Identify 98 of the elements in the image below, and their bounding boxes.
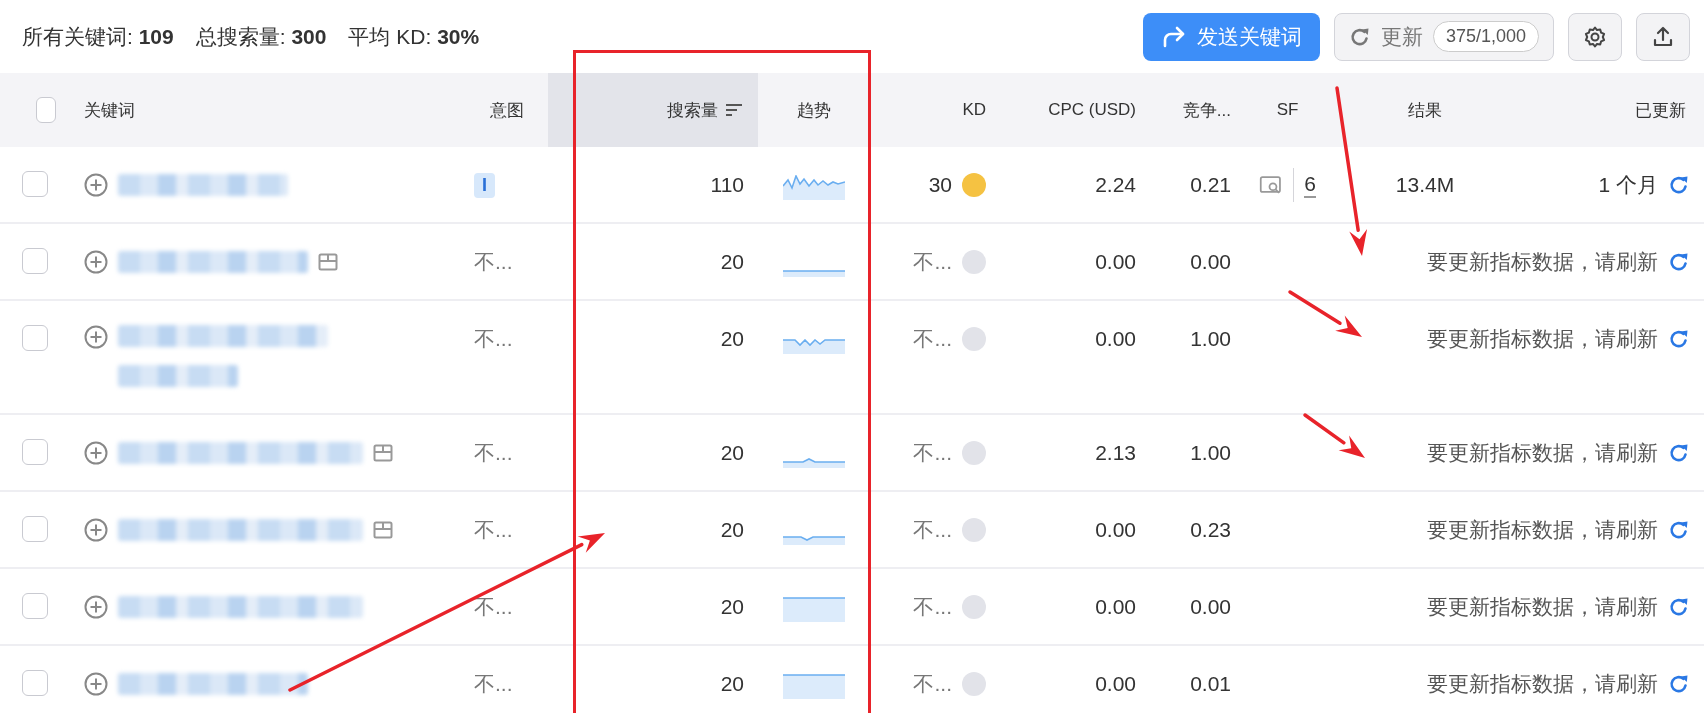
cpc-value: 2.24 bbox=[1095, 173, 1136, 197]
trend-sparkline bbox=[783, 339, 845, 354]
checkbox[interactable] bbox=[22, 593, 48, 619]
competition-value: 0.00 bbox=[1190, 250, 1231, 274]
cpc-value: 2.13 bbox=[1095, 441, 1136, 465]
refresh-notice: 要更新指标数据，请刷新 bbox=[1427, 249, 1658, 275]
sf-count[interactable]: 6 bbox=[1304, 172, 1316, 198]
trend-sparkline bbox=[783, 597, 845, 622]
updated-time: 1 个月 bbox=[1598, 172, 1658, 198]
refresh-icon[interactable] bbox=[1668, 174, 1690, 196]
checkbox[interactable] bbox=[36, 97, 56, 123]
page-icon[interactable] bbox=[373, 521, 393, 539]
refresh-notice: 要更新指标数据，请刷新 bbox=[1427, 326, 1658, 352]
refresh-icon[interactable] bbox=[1668, 519, 1690, 541]
search-volume: 20 bbox=[720, 595, 744, 619]
trend-sparkline bbox=[783, 536, 845, 545]
annotation-arrow bbox=[1303, 413, 1365, 458]
upload-icon bbox=[1651, 24, 1675, 49]
kd-value: 不... bbox=[913, 440, 952, 466]
search-volume: 20 bbox=[720, 672, 744, 696]
kd-value: 不... bbox=[913, 671, 952, 697]
checkbox[interactable] bbox=[22, 248, 48, 274]
competition-value: 1.00 bbox=[1190, 327, 1231, 351]
column-header[interactable]: 竞争... bbox=[1182, 98, 1231, 122]
add-icon[interactable] bbox=[84, 173, 108, 197]
search-volume: 20 bbox=[720, 327, 744, 351]
trend-sparkline bbox=[783, 458, 845, 468]
add-icon[interactable] bbox=[84, 325, 108, 349]
refresh-icon[interactable] bbox=[1668, 442, 1690, 464]
page-icon[interactable] bbox=[373, 444, 393, 462]
cpc-value: 0.00 bbox=[1095, 595, 1136, 619]
search-volume: 110 bbox=[710, 173, 744, 197]
add-icon[interactable] bbox=[84, 672, 108, 696]
column-header[interactable]: 趋势 bbox=[797, 98, 831, 122]
search-volume: 20 bbox=[720, 518, 744, 542]
column-header[interactable]: 关键词 bbox=[84, 98, 135, 122]
kd-value: 不... bbox=[913, 249, 952, 275]
refresh-notice: 要更新指标数据，请刷新 bbox=[1427, 440, 1658, 466]
settings-icon bbox=[1583, 24, 1607, 49]
intent-value: 不... bbox=[474, 594, 513, 620]
column-header[interactable]: KD bbox=[962, 100, 986, 120]
intent-value: 不... bbox=[474, 517, 513, 543]
checkbox[interactable] bbox=[22, 439, 48, 465]
checkbox[interactable] bbox=[22, 516, 48, 542]
column-header[interactable]: 搜索量 bbox=[667, 98, 718, 122]
search-volume: 20 bbox=[720, 441, 744, 465]
refresh-notice: 要更新指标数据，请刷新 bbox=[1427, 517, 1658, 543]
competition-value: 0.00 bbox=[1190, 595, 1231, 619]
export-button[interactable] bbox=[1636, 12, 1690, 61]
competition-value: 0.23 bbox=[1190, 518, 1231, 542]
refresh-notice: 要更新指标数据，请刷新 bbox=[1427, 594, 1658, 620]
summary-stat: 所有关键词: 109 bbox=[22, 23, 174, 50]
refresh-icon[interactable] bbox=[1668, 328, 1690, 350]
competition-value: 0.21 bbox=[1190, 173, 1231, 197]
add-icon[interactable] bbox=[84, 518, 108, 542]
column-header[interactable]: 已更新 bbox=[1635, 98, 1686, 122]
column-header[interactable]: SF bbox=[1276, 100, 1299, 120]
cpc-value: 0.00 bbox=[1095, 327, 1136, 351]
cpc-value: 0.00 bbox=[1095, 672, 1136, 696]
intent-value: 不... bbox=[474, 249, 513, 275]
page-icon[interactable] bbox=[318, 253, 338, 271]
add-icon[interactable] bbox=[84, 595, 108, 619]
trend-sparkline bbox=[783, 175, 845, 200]
intent-badge: I bbox=[474, 172, 495, 198]
kd-value: 30 bbox=[928, 173, 952, 197]
kd-value: 不... bbox=[913, 594, 952, 620]
checkbox[interactable] bbox=[22, 670, 48, 696]
quota-counter: 375/1,000 bbox=[1432, 21, 1539, 52]
intent-value: 不... bbox=[474, 671, 513, 697]
checkbox[interactable] bbox=[22, 325, 48, 351]
trend-sparkline bbox=[783, 270, 845, 277]
update-button[interactable]: 更新 375/1,000 bbox=[1333, 12, 1554, 61]
intent-value: 不... bbox=[474, 440, 513, 466]
competition-value: 1.00 bbox=[1190, 441, 1231, 465]
intent-value: 不... bbox=[474, 326, 513, 352]
settings-button[interactable] bbox=[1568, 12, 1622, 61]
cpc-value: 0.00 bbox=[1095, 250, 1136, 274]
refresh-notice: 要更新指标数据，请刷新 bbox=[1427, 671, 1658, 697]
kd-value: 不... bbox=[913, 517, 952, 543]
add-icon[interactable] bbox=[84, 441, 108, 465]
checkbox[interactable] bbox=[22, 171, 48, 197]
trend-sparkline bbox=[783, 674, 845, 699]
add-icon[interactable] bbox=[84, 250, 108, 274]
column-header[interactable]: 意图 bbox=[490, 98, 524, 122]
blurred-keyword[interactable] bbox=[118, 673, 308, 695]
kd-value: 不... bbox=[913, 326, 952, 352]
summary-stat: 总搜索量: 300 bbox=[195, 23, 327, 50]
sort-icon[interactable] bbox=[724, 102, 744, 118]
column-header[interactable]: 结果 bbox=[1408, 98, 1442, 122]
results-count: 13.4M bbox=[1395, 173, 1455, 197]
cpc-value: 0.00 bbox=[1095, 518, 1136, 542]
refresh-icon[interactable] bbox=[1668, 596, 1690, 618]
column-header[interactable]: CPC (USD) bbox=[1048, 100, 1136, 120]
competition-value: 0.01 bbox=[1190, 672, 1231, 696]
summary-stat: 平均 KD: 30% bbox=[348, 23, 480, 50]
refresh-icon[interactable] bbox=[1668, 673, 1690, 695]
refresh-icon[interactable] bbox=[1668, 251, 1690, 273]
search-volume: 20 bbox=[720, 250, 744, 274]
